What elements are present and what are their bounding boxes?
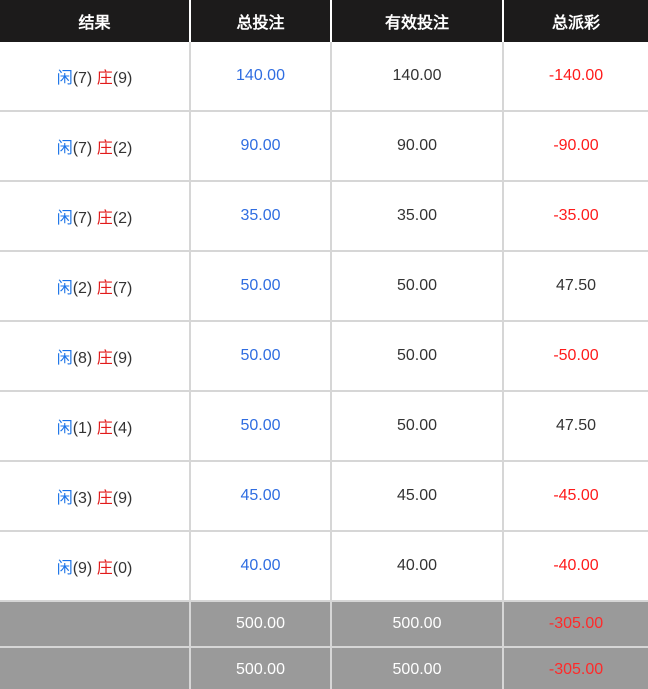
- player-label: 闲: [56, 558, 73, 577]
- table-header: 结果 总投注 有效投注 总派彩: [0, 0, 648, 42]
- header-row: 结果 总投注 有效投注 总派彩: [0, 0, 648, 42]
- payout-cell: -50.00: [502, 320, 648, 392]
- player-label: 闲: [56, 68, 73, 87]
- player-score: (7): [72, 210, 93, 227]
- banker-score: (2): [112, 210, 133, 227]
- banker-label: 庄: [96, 278, 113, 297]
- payout-cell: 47.50: [502, 390, 648, 462]
- banker-score: (9): [112, 490, 133, 507]
- player-label: 闲: [56, 138, 73, 157]
- total-bet-cell: 90.00: [189, 110, 332, 182]
- total-bet-cell: 140.00: [189, 42, 332, 112]
- player-score: (9): [72, 560, 93, 577]
- table-row: 闲(2) 庄(7) 50.00 50.00 47.50: [0, 250, 648, 322]
- table-row: 闲(3) 庄(9) 45.00 45.00 -45.00: [0, 460, 648, 532]
- total-label-cell: [0, 646, 191, 689]
- banker-label: 庄: [96, 348, 113, 367]
- header-payout: 总派彩: [502, 0, 648, 42]
- total-bet-cell: 50.00: [189, 250, 332, 322]
- total-bet-cell: 50.00: [189, 390, 332, 462]
- player-label: 闲: [56, 488, 73, 507]
- valid-bet-cell: 45.00: [330, 460, 504, 532]
- banker-label: 庄: [96, 558, 113, 577]
- result-cell: 闲(7) 庄(2): [0, 110, 191, 182]
- total-bet-cell: 40.00: [189, 530, 332, 602]
- player-label: 闲: [56, 348, 73, 367]
- valid-bet-cell: 40.00: [330, 530, 504, 602]
- result-cell: 闲(2) 庄(7): [0, 250, 191, 322]
- table-row: 闲(9) 庄(0) 40.00 40.00 -40.00: [0, 530, 648, 602]
- payout-cell: -35.00: [502, 180, 648, 252]
- result-cell: 闲(1) 庄(4): [0, 390, 191, 462]
- valid-bet-cell: 50.00: [330, 390, 504, 462]
- player-score: (1): [72, 420, 93, 437]
- table-body: 闲(7) 庄(9) 140.00 140.00 -140.00 闲(7) 庄(2) 90.…: [0, 42, 648, 602]
- subtotal-row: 500.00 500.00 -305.00: [0, 600, 648, 648]
- table-row: 闲(1) 庄(4) 50.00 50.00 47.50: [0, 390, 648, 462]
- player-score: (2): [72, 280, 93, 297]
- banker-score: (4): [112, 420, 133, 437]
- total-valid-bet: 500.00: [330, 646, 504, 689]
- valid-bet-cell: 90.00: [330, 110, 504, 182]
- header-result: 结果: [0, 0, 191, 42]
- header-total-bet: 总投注: [189, 0, 332, 42]
- payout-cell: -45.00: [502, 460, 648, 532]
- player-score: (3): [72, 490, 93, 507]
- payout-cell: 47.50: [502, 250, 648, 322]
- result-cell: 闲(8) 庄(9): [0, 320, 191, 392]
- banker-label: 庄: [96, 488, 113, 507]
- banker-label: 庄: [96, 68, 113, 87]
- banker-score: (9): [112, 70, 133, 87]
- player-label: 闲: [56, 278, 73, 297]
- player-score: (7): [72, 140, 93, 157]
- payout-cell: -140.00: [502, 42, 648, 112]
- result-cell: 闲(3) 庄(9): [0, 460, 191, 532]
- subtotal-label-cell: [0, 600, 191, 648]
- valid-bet-cell: 50.00: [330, 320, 504, 392]
- table-row: 闲(7) 庄(2) 35.00 35.00 -35.00: [0, 180, 648, 252]
- table-row: 闲(7) 庄(2) 90.00 90.00 -90.00: [0, 110, 648, 182]
- total-bet-cell: 50.00: [189, 320, 332, 392]
- table-footer: 500.00 500.00 -305.00 500.00 500.00 -305…: [0, 600, 648, 689]
- result-cell: 闲(7) 庄(9): [0, 42, 191, 112]
- player-label: 闲: [56, 418, 73, 437]
- total-bet-cell: 45.00: [189, 460, 332, 532]
- payout-cell: -90.00: [502, 110, 648, 182]
- player-score: (8): [72, 350, 93, 367]
- total-payout: -305.00: [502, 646, 648, 689]
- valid-bet-cell: 35.00: [330, 180, 504, 252]
- valid-bet-cell: 50.00: [330, 250, 504, 322]
- subtotal-payout: -305.00: [502, 600, 648, 648]
- banker-label: 庄: [96, 138, 113, 157]
- table-row: 闲(8) 庄(9) 50.00 50.00 -50.00: [0, 320, 648, 392]
- banker-score: (2): [112, 140, 133, 157]
- total-row: 500.00 500.00 -305.00: [0, 646, 648, 689]
- banker-label: 庄: [96, 418, 113, 437]
- result-cell: 闲(9) 庄(0): [0, 530, 191, 602]
- result-cell: 闲(7) 庄(2): [0, 180, 191, 252]
- player-score: (7): [72, 70, 93, 87]
- total-total-bet: 500.00: [189, 646, 332, 689]
- banker-score: (9): [112, 350, 133, 367]
- payout-cell: -40.00: [502, 530, 648, 602]
- player-label: 闲: [56, 208, 73, 227]
- total-bet-cell: 35.00: [189, 180, 332, 252]
- subtotal-valid-bet: 500.00: [330, 600, 504, 648]
- subtotal-total-bet: 500.00: [189, 600, 332, 648]
- bet-history-table: 结果 总投注 有效投注 总派彩 闲(7) 庄(9) 140.00 140.00 -14…: [0, 0, 648, 689]
- banker-score: (7): [112, 280, 133, 297]
- banker-score: (0): [112, 560, 133, 577]
- valid-bet-cell: 140.00: [330, 42, 504, 112]
- table-row: 闲(7) 庄(9) 140.00 140.00 -140.00: [0, 42, 648, 112]
- header-valid-bet: 有效投注: [330, 0, 504, 42]
- banker-label: 庄: [96, 208, 113, 227]
